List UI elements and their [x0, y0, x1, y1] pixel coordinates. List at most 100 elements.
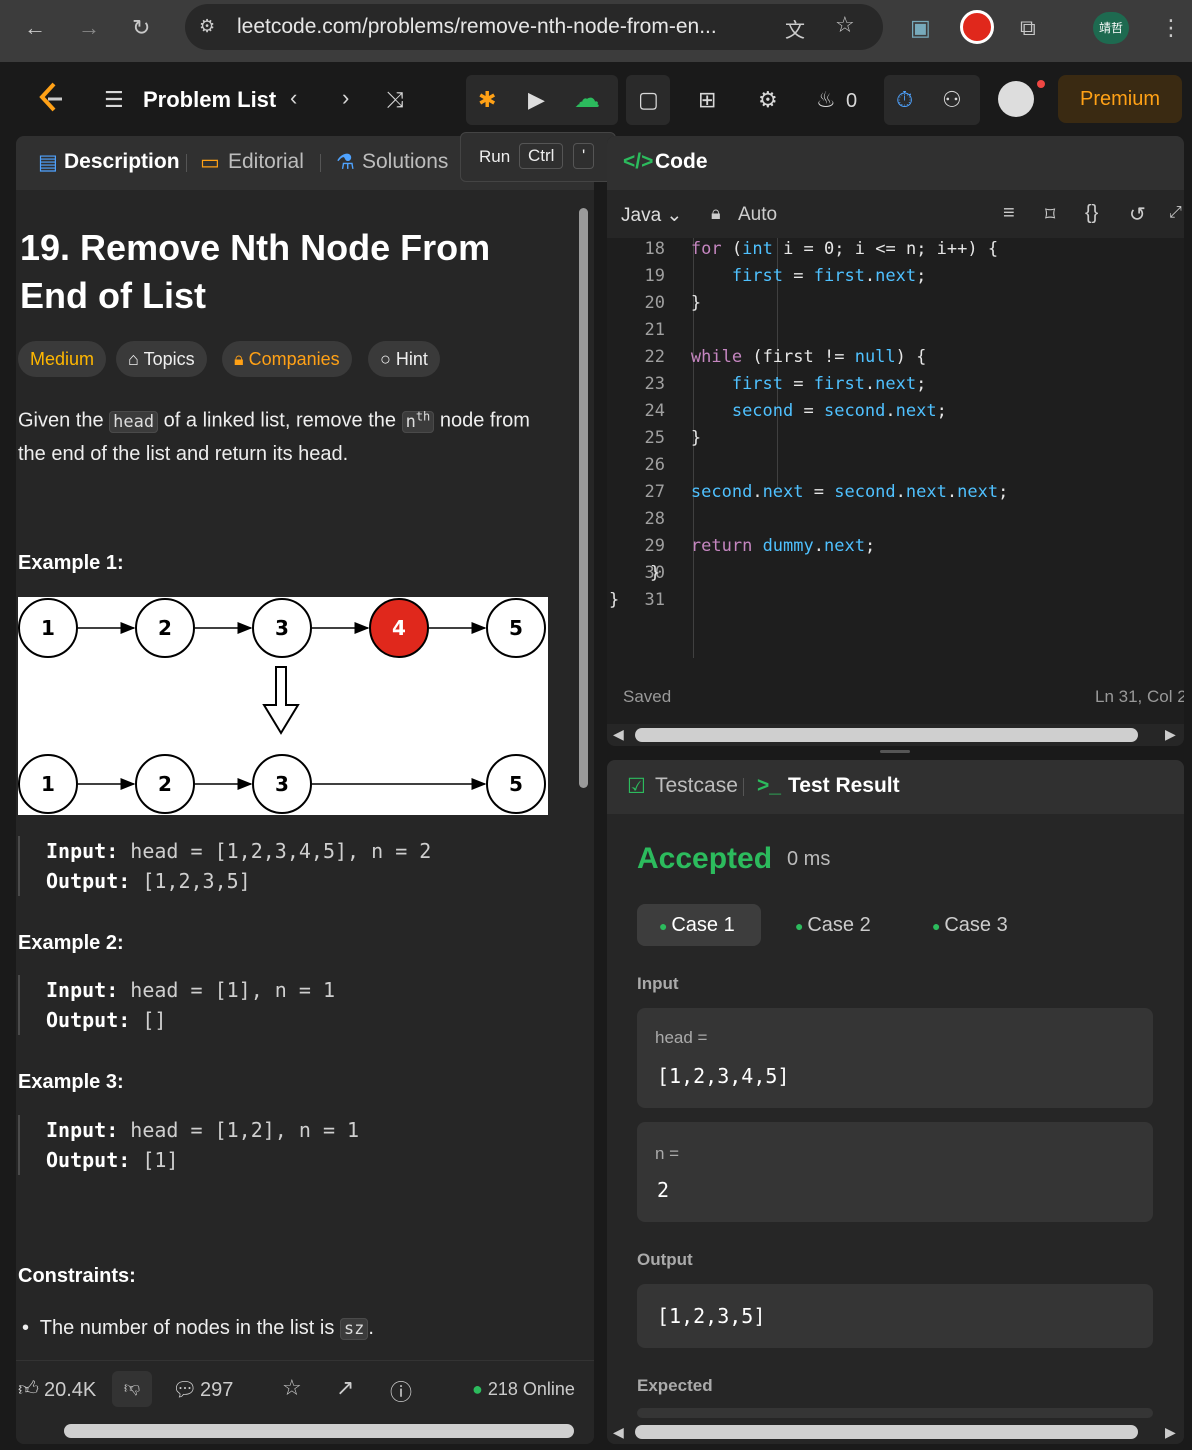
var-head-label: head =: [655, 1028, 708, 1047]
timer-icon[interactable]: ⏱: [896, 87, 913, 113]
description-icon: ▤: [38, 151, 58, 174]
example-1-block: Input: head = [1,2,3,4,5], n = 2 Output:…: [18, 836, 431, 896]
more-menu-icon[interactable]: ⋮: [1160, 16, 1182, 40]
add-collaborator-icon[interactable]: ⚇: [942, 87, 962, 113]
favorite-star-icon[interactable]: ☆: [282, 1375, 302, 1401]
premium-button[interactable]: Premium: [1058, 75, 1182, 123]
code-editor[interactable]: 1718 for (int i = 0; i <= n; i++) {19 fi…: [607, 238, 1184, 678]
adblock-icon[interactable]: [960, 10, 994, 44]
like-icon[interactable]: 👍︎: [18, 1377, 39, 1401]
bookmark-star-icon[interactable]: ☆: [835, 12, 855, 38]
comments-icon[interactable]: 💬︎: [172, 1377, 197, 1402]
language-select[interactable]: Java ⌄: [621, 204, 682, 227]
bookmark-icon[interactable]: ⌑: [1045, 202, 1055, 227]
code-tabbar: </> Code: [607, 136, 1184, 190]
tab-solutions[interactable]: Solutions: [362, 150, 448, 174]
testcase-check-icon: ☑: [627, 775, 646, 798]
prev-problem-icon[interactable]: ‹: [290, 85, 297, 111]
code-hscroll[interactable]: [635, 728, 1138, 742]
result-hscroll[interactable]: [635, 1425, 1138, 1439]
var-head-value: [1,2,3,4,5]: [657, 1064, 790, 1088]
dislike-button[interactable]: 👎︎: [112, 1371, 152, 1407]
topics-button[interactable]: ⌂ Topics: [116, 341, 207, 377]
settings-icon[interactable]: ⚙: [758, 87, 778, 113]
output-box: [1,2,3,5]: [637, 1284, 1153, 1348]
hint-label: Hint: [395, 349, 428, 369]
tab-divider: [743, 778, 744, 796]
translate-icon[interactable]: 文: [785, 14, 805, 43]
extension-screen-icon[interactable]: ▣: [910, 16, 931, 40]
problem-list-link[interactable]: Problem List: [143, 87, 276, 113]
list-node-label: 4: [392, 616, 406, 640]
submit-cloud-icon[interactable]: ☁: [574, 85, 600, 111]
next-problem-icon[interactable]: ›: [342, 85, 349, 111]
result-panel: ☑ Testcase >_ Test Result Accepted 0 ms …: [607, 760, 1184, 1444]
problem-title: 19. Remove Nth Node From End of List: [20, 227, 491, 316]
example-3-block: Input: head = [1,2], n = 1 Output: [1]: [18, 1115, 359, 1175]
help-icon[interactable]: ⓘ: [390, 1375, 412, 1407]
hint-button[interactable]: ○ Hint: [368, 341, 440, 377]
back-icon[interactable]: ←: [24, 16, 46, 40]
leetcode-logo-icon[interactable]: [36, 82, 66, 116]
companies-button[interactable]: 🔒︎ Companies: [222, 341, 352, 377]
example-3-title: Example 3:: [18, 1071, 124, 1093]
scroll-left-icon[interactable]: ◀: [613, 726, 624, 743]
editor-toolbar: Java ⌄ 🔒︎ Auto ≡ ⌑ {} ↺ ⤢: [607, 190, 1184, 238]
code-line: }: [609, 563, 661, 583]
format-icon[interactable]: ≡: [1003, 202, 1015, 225]
code-line: return dummy.next;: [690, 536, 876, 556]
difficulty-badge: Medium: [18, 341, 107, 377]
description-footer: 👍︎ 20.4K 👎︎ 💬︎ 297 ☆ ↗ ⓘ ● 218 Online: [16, 1360, 594, 1420]
code-line: while (first != null) {: [690, 347, 927, 367]
likes-count: 20.4K: [44, 1379, 97, 1401]
reload-icon[interactable]: ↻: [132, 16, 150, 40]
url-text: leetcode.com/problems/remove-nth-node-fr…: [237, 15, 717, 38]
accepted-status: Accepted: [637, 842, 773, 875]
profile-avatar[interactable]: 靖哲: [1093, 12, 1129, 44]
layout-icon[interactable]: ⊞: [698, 87, 716, 113]
extensions-icon[interactable]: ⧉: [1020, 16, 1036, 40]
run-button[interactable]: ▶: [528, 87, 545, 113]
description-scrollbar[interactable]: [576, 190, 590, 1360]
runtime: 0 ms: [787, 848, 831, 870]
var-n-label: n =: [655, 1144, 680, 1163]
lightbulb-icon: ○: [380, 349, 396, 369]
cursor-position: Ln 31, Col 2: [1095, 687, 1184, 706]
tab-description[interactable]: Description: [64, 150, 180, 174]
streak-flame-icon[interactable]: ♨: [816, 87, 836, 113]
case-2-tab[interactable]: ● Case 2: [795, 914, 871, 937]
shuffle-icon[interactable]: ⤨: [386, 87, 404, 113]
tooltip-label: Run: [479, 147, 511, 166]
tab-testcase[interactable]: Testcase: [655, 774, 738, 798]
reset-icon[interactable]: ↺: [1129, 202, 1146, 227]
output-value: [1,2,3,5]: [657, 1304, 766, 1328]
site-settings-icon[interactable]: ⚙: [199, 16, 215, 37]
scroll-left-icon[interactable]: ◀: [613, 1424, 624, 1441]
streak-count: 0: [846, 90, 858, 112]
debug-icon[interactable]: ✱: [478, 87, 496, 113]
tab-editorial[interactable]: Editorial: [228, 150, 304, 174]
description-panel: ▤ Description ▭ Editorial ⚗ Solutions 19…: [16, 136, 594, 1444]
share-icon[interactable]: ↗: [336, 1375, 354, 1401]
list-node-label: 2: [158, 616, 172, 640]
tab-divider: [320, 154, 321, 172]
forward-icon[interactable]: →: [78, 16, 100, 40]
auto-mode[interactable]: Auto: [738, 204, 777, 226]
description-hscroll[interactable]: [64, 1424, 574, 1438]
code-line: second.next = second.next.next;: [690, 482, 1009, 502]
problem-list-icon[interactable]: ☰: [104, 87, 124, 113]
case-3-tab[interactable]: ● Case 3: [932, 914, 1008, 937]
constraint-item: • The number of nodes in the list is sz.: [22, 1317, 374, 1340]
scroll-right-icon[interactable]: ▶: [1165, 726, 1176, 743]
tab-test-result[interactable]: Test Result: [788, 774, 900, 798]
braces-icon[interactable]: {}: [1085, 202, 1098, 225]
panel-resize-handle[interactable]: [880, 750, 910, 753]
scroll-right-icon[interactable]: ▶: [1165, 1424, 1176, 1441]
tab-code[interactable]: Code: [655, 150, 708, 174]
output-label: Output: [637, 1250, 693, 1269]
line-number: 26: [644, 455, 665, 475]
address-bar[interactable]: ⚙ leetcode.com/problems/remove-nth-node-…: [185, 4, 883, 50]
expand-icon[interactable]: ⤢: [1169, 204, 1182, 222]
code-line: }: [609, 293, 702, 313]
user-avatar[interactable]: [998, 81, 1034, 117]
